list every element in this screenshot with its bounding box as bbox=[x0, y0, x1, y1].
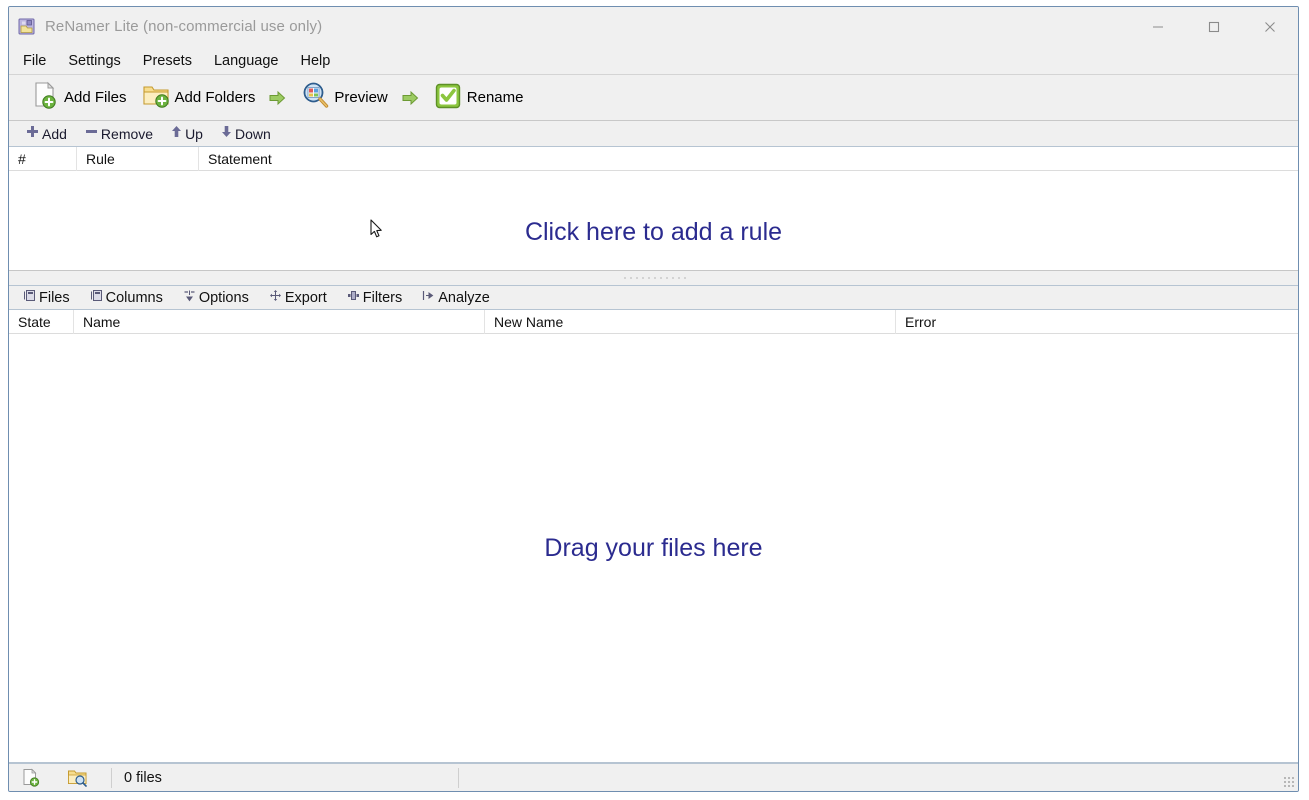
rules-panel[interactable]: # Rule Statement Click here to add a rul… bbox=[9, 147, 1298, 271]
files-col-state[interactable]: State bbox=[9, 310, 74, 334]
preview-magnifier-icon bbox=[300, 80, 330, 115]
rule-up-label: Up bbox=[185, 125, 203, 142]
rules-col-statement[interactable]: Statement bbox=[199, 147, 1298, 171]
preview-label: Preview bbox=[334, 89, 388, 106]
tab-analyze[interactable]: Analyze bbox=[418, 287, 494, 309]
files-col-name[interactable]: Name bbox=[74, 310, 485, 334]
files-col-new-name[interactable]: New Name bbox=[485, 310, 896, 334]
columns-icon bbox=[90, 289, 103, 307]
status-separator-2 bbox=[458, 767, 459, 788]
add-files-icon bbox=[30, 80, 60, 115]
tab-analyze-label: Analyze bbox=[438, 289, 490, 306]
files-panel[interactable]: State Name New Name Error Drag your file… bbox=[9, 310, 1298, 763]
options-icon bbox=[183, 289, 196, 307]
find-folder-status-icon[interactable] bbox=[67, 768, 89, 788]
main-toolbar: Add Files Add Folders Preview Rename bbox=[9, 74, 1298, 121]
rename-checkmark-icon bbox=[433, 80, 463, 115]
preview-button[interactable]: Preview bbox=[293, 78, 394, 118]
rules-col-index[interactable]: # bbox=[9, 147, 77, 171]
rule-remove-button[interactable]: Remove bbox=[82, 123, 156, 145]
rename-button[interactable]: Rename bbox=[426, 78, 531, 118]
files-header-row: State Name New Name Error bbox=[9, 310, 1298, 334]
rule-down-button[interactable]: Down bbox=[218, 123, 274, 145]
tab-files-label: Files bbox=[39, 289, 70, 306]
tab-columns-label: Columns bbox=[105, 289, 163, 306]
add-file-status-icon[interactable] bbox=[21, 768, 43, 788]
tab-options[interactable]: Options bbox=[179, 287, 253, 309]
tab-export[interactable]: Export bbox=[265, 287, 331, 309]
rules-list-body[interactable]: Click here to add a rule bbox=[9, 171, 1298, 270]
add-files-label: Add Files bbox=[64, 89, 127, 106]
minimize-button[interactable] bbox=[1130, 7, 1186, 46]
arrow-down-icon bbox=[221, 125, 232, 143]
status-file-count: 0 files bbox=[124, 769, 162, 786]
files-empty-placeholder[interactable]: Drag your files here bbox=[9, 534, 1298, 563]
arrow-right-icon-1 bbox=[269, 90, 286, 106]
rules-col-rule[interactable]: Rule bbox=[77, 147, 199, 171]
menu-item-settings[interactable]: Settings bbox=[68, 50, 131, 72]
minus-icon bbox=[85, 125, 98, 143]
rule-down-label: Down bbox=[234, 125, 271, 142]
splitter-grip bbox=[621, 276, 686, 280]
tab-export-label: Export bbox=[284, 289, 327, 306]
status-separator-1 bbox=[111, 767, 112, 788]
filters-icon bbox=[347, 289, 360, 307]
tab-filters-label: Filters bbox=[362, 289, 403, 306]
add-files-button[interactable]: Add Files bbox=[23, 78, 134, 118]
main-window: ReNamer Lite (non-commercial use only) F… bbox=[8, 6, 1299, 792]
rule-add-button[interactable]: Add bbox=[23, 123, 70, 145]
files-col-error[interactable]: Error bbox=[896, 310, 1298, 334]
status-bar: 0 files bbox=[9, 763, 1298, 791]
tab-columns[interactable]: Columns bbox=[86, 287, 167, 309]
rename-label: Rename bbox=[466, 89, 524, 106]
add-folders-label: Add Folders bbox=[174, 89, 256, 106]
menu-item-help[interactable]: Help bbox=[300, 50, 341, 72]
plus-icon bbox=[26, 125, 39, 143]
export-icon bbox=[269, 289, 282, 307]
menu-item-presets[interactable]: Presets bbox=[143, 50, 203, 72]
window-title: ReNamer Lite (non-commercial use only) bbox=[45, 18, 323, 35]
rules-header-row: # Rule Statement bbox=[9, 147, 1298, 171]
menu-bar: File Settings Presets Language Help bbox=[9, 47, 1298, 74]
maximize-button[interactable] bbox=[1186, 7, 1242, 46]
rules-empty-placeholder[interactable]: Click here to add a rule bbox=[9, 218, 1298, 247]
window-resize-grip[interactable] bbox=[1283, 776, 1295, 788]
panel-splitter[interactable] bbox=[9, 271, 1298, 285]
add-folders-button[interactable]: Add Folders bbox=[134, 78, 263, 118]
rule-add-label: Add bbox=[42, 125, 67, 142]
close-button[interactable] bbox=[1242, 7, 1298, 46]
rules-toolbar: Add Remove Up Down bbox=[9, 121, 1298, 147]
files-icon bbox=[23, 289, 36, 307]
menu-item-language[interactable]: Language bbox=[214, 50, 290, 72]
arrow-right-icon-2 bbox=[402, 90, 419, 106]
renamer-app-icon bbox=[17, 17, 37, 37]
arrow-up-icon bbox=[171, 125, 182, 143]
tab-options-label: Options bbox=[198, 289, 249, 306]
title-bar: ReNamer Lite (non-commercial use only) bbox=[9, 7, 1298, 47]
rule-up-button[interactable]: Up bbox=[168, 123, 206, 145]
add-folders-icon bbox=[141, 80, 171, 115]
window-controls bbox=[1130, 7, 1298, 46]
analyze-icon bbox=[422, 289, 435, 307]
rule-remove-label: Remove bbox=[100, 125, 154, 142]
menu-item-file[interactable]: File bbox=[23, 50, 57, 72]
bottom-tabs: Files Columns Options Export Filters Ana… bbox=[9, 285, 1298, 310]
tab-filters[interactable]: Filters bbox=[343, 287, 406, 309]
tab-files[interactable]: Files bbox=[19, 287, 74, 309]
files-list-body[interactable]: Drag your files here bbox=[9, 334, 1298, 762]
app-root: ReNamer Lite (non-commercial use only) F… bbox=[0, 0, 1309, 800]
